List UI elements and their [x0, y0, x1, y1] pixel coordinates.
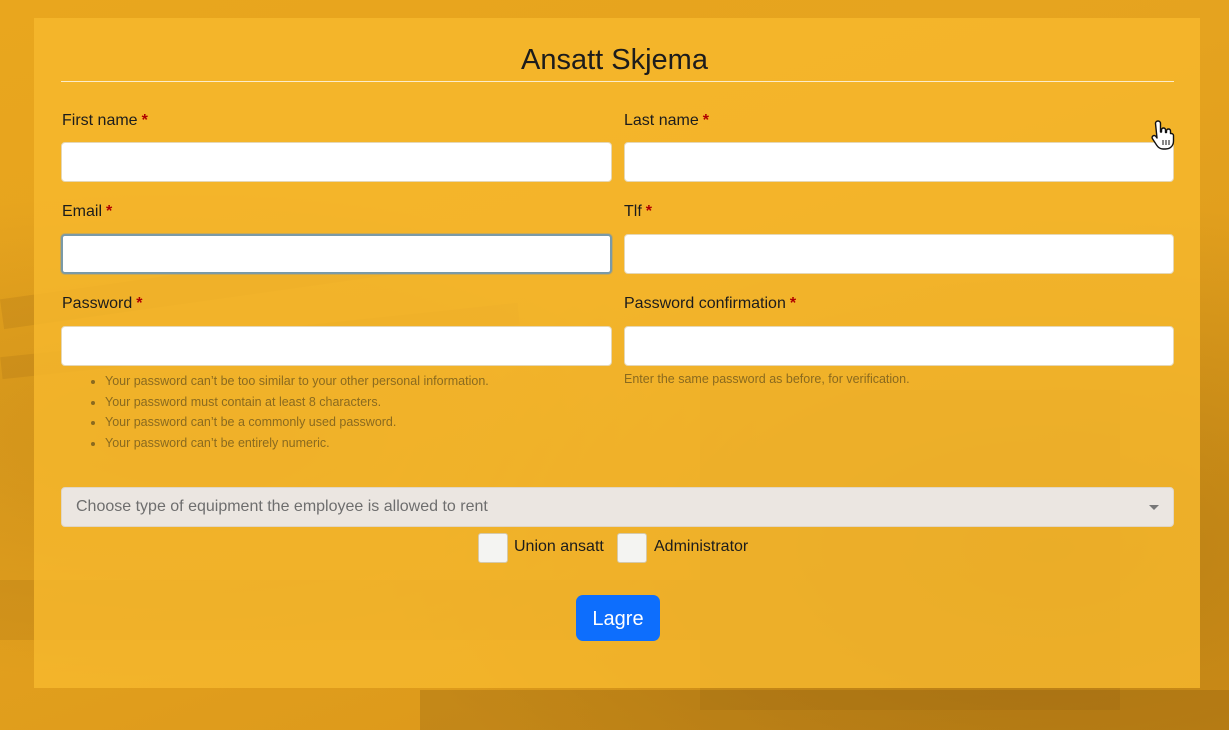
password-confirmation-label-text: Password confirmation [624, 295, 786, 312]
password-input[interactable] [61, 326, 612, 366]
required-marker: * [141, 112, 148, 129]
tlf-label: Tlf * [624, 203, 652, 221]
required-marker: * [136, 295, 143, 312]
required-marker: * [702, 112, 709, 129]
first-name-input[interactable] [61, 142, 612, 182]
hand-pointer-icon [1151, 120, 1175, 150]
password-help-item: Your password can’t be too similar to yo… [105, 371, 489, 392]
equipment-select[interactable]: Choose type of equipment the employee is… [61, 487, 1174, 527]
caret-down-icon [1149, 505, 1159, 510]
password-help-item: Your password must contain at least 8 ch… [105, 392, 489, 413]
tlf-label-text: Tlf [624, 203, 642, 220]
email-input[interactable] [61, 234, 612, 274]
required-marker: * [789, 295, 797, 312]
last-name-label: Last name * [624, 112, 709, 130]
union-ansatt-checkbox[interactable] [478, 533, 508, 563]
password-confirmation-help: Enter the same password as before, for v… [624, 372, 910, 386]
password-help-item: Your password can’t be entirely numeric. [105, 433, 489, 454]
administrator-checkbox[interactable] [617, 533, 647, 563]
save-button[interactable]: Lagre [576, 595, 660, 641]
equipment-select-placeholder: Choose type of equipment the employee is… [76, 498, 488, 515]
tlf-input[interactable] [624, 234, 1174, 274]
email-label: Email * [62, 203, 112, 221]
password-confirmation-input[interactable] [624, 326, 1174, 366]
union-ansatt-label[interactable]: Union ansatt [514, 538, 604, 556]
password-help-item: Your password can’t be a commonly used p… [105, 412, 489, 433]
required-marker: * [106, 203, 113, 220]
background-shape [420, 690, 1229, 730]
last-name-input[interactable] [624, 142, 1174, 182]
email-label-text: Email [62, 203, 103, 220]
last-name-label-text: Last name [624, 112, 699, 129]
required-marker: * [645, 203, 653, 220]
administrator-label[interactable]: Administrator [654, 538, 748, 556]
password-label: Password * [62, 295, 142, 313]
title-divider [61, 81, 1174, 82]
first-name-label: First name * [62, 112, 148, 130]
password-label-text: Password [62, 295, 133, 312]
page-title: Ansatt Skjema [521, 44, 708, 76]
first-name-label-text: First name [62, 112, 138, 129]
password-help-list: Your password can’t be too similar to yo… [85, 371, 489, 453]
password-confirmation-label: Password confirmation * [624, 295, 796, 313]
